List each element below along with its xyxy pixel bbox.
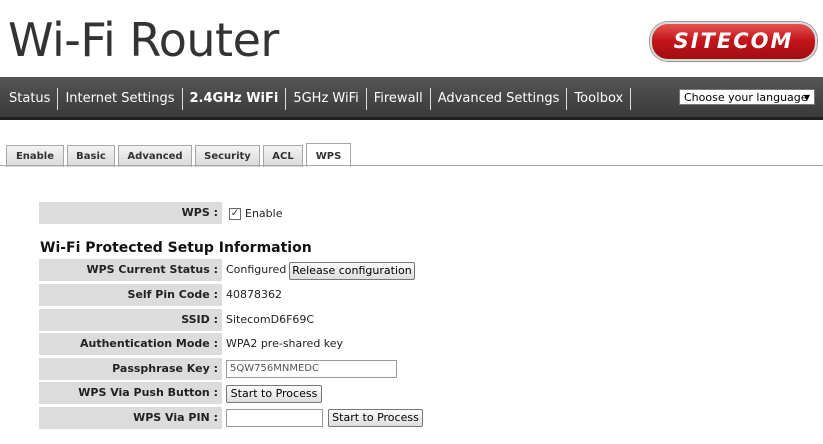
tab-wps[interactable]: WPS	[306, 143, 351, 167]
passphrase-key-field[interactable]: 5QW756MNMEDC	[226, 360, 397, 378]
authentication-mode-value: WPA2 pre-shared key	[226, 337, 344, 350]
wps-pin-input[interactable]	[226, 409, 323, 427]
tab-security[interactable]: Security	[195, 145, 260, 167]
nav-item-firewall[interactable]: Firewall	[367, 88, 431, 110]
sitecom-logo: SITECOM	[650, 22, 817, 61]
nav-item-status[interactable]: Status	[0, 88, 59, 110]
nav-item-internet-settings[interactable]: Internet Settings	[58, 88, 183, 110]
nav-item-toolbox[interactable]: Toolbox	[567, 88, 632, 110]
tab-enable[interactable]: Enable	[6, 145, 64, 167]
wps-current-status-value: Configured	[226, 263, 287, 276]
self-pin-code-label: Self Pin Code :	[39, 284, 222, 306]
section-title: Wi-Fi Protected Setup Information	[40, 240, 312, 256]
nav-item-advanced-settings[interactable]: Advanced Settings	[431, 88, 568, 110]
tab-basic[interactable]: Basic	[67, 145, 115, 167]
authentication-mode-label: Authentication Mode :	[39, 333, 222, 355]
pin-start-button[interactable]: Start to Process	[328, 409, 423, 427]
language-select[interactable]: Choose your language ▼	[679, 89, 815, 105]
tab-acl[interactable]: ACL	[263, 145, 303, 167]
ssid-label: SSID :	[39, 309, 222, 331]
wps-enable-label: Enable	[245, 207, 283, 220]
nav-item-2-4ghz-wifi[interactable]: 2.4GHz WiFi	[183, 88, 287, 110]
nav-item-5ghz-wifi[interactable]: 5GHz WiFi	[286, 88, 367, 110]
push-button-start-button[interactable]: Start to Process	[226, 385, 322, 403]
page-title: Wi-Fi Router	[8, 13, 279, 67]
tab-divider	[0, 165, 823, 166]
wps-via-push-button-label: WPS Via Push Button :	[39, 382, 222, 404]
release-configuration-button[interactable]: Release configuration	[289, 262, 415, 280]
self-pin-code-value: 40878362	[226, 288, 282, 301]
chevron-down-icon: ▼	[803, 93, 810, 102]
wps-label: WPS :	[39, 202, 222, 224]
wps-enable-checkbox[interactable]: ✓	[229, 208, 241, 220]
tab-advanced[interactable]: Advanced	[118, 145, 192, 167]
language-select-value: Choose your language	[684, 91, 808, 104]
ssid-value: SitecomD6F69C	[226, 313, 315, 326]
wps-via-pin-label: WPS Via PIN :	[39, 407, 222, 429]
passphrase-key-label: Passphrase Key :	[39, 358, 222, 380]
sub-tabs: Enable Basic Advanced Security ACL WPS	[6, 143, 354, 167]
wps-current-status-label: WPS Current Status :	[39, 259, 222, 281]
